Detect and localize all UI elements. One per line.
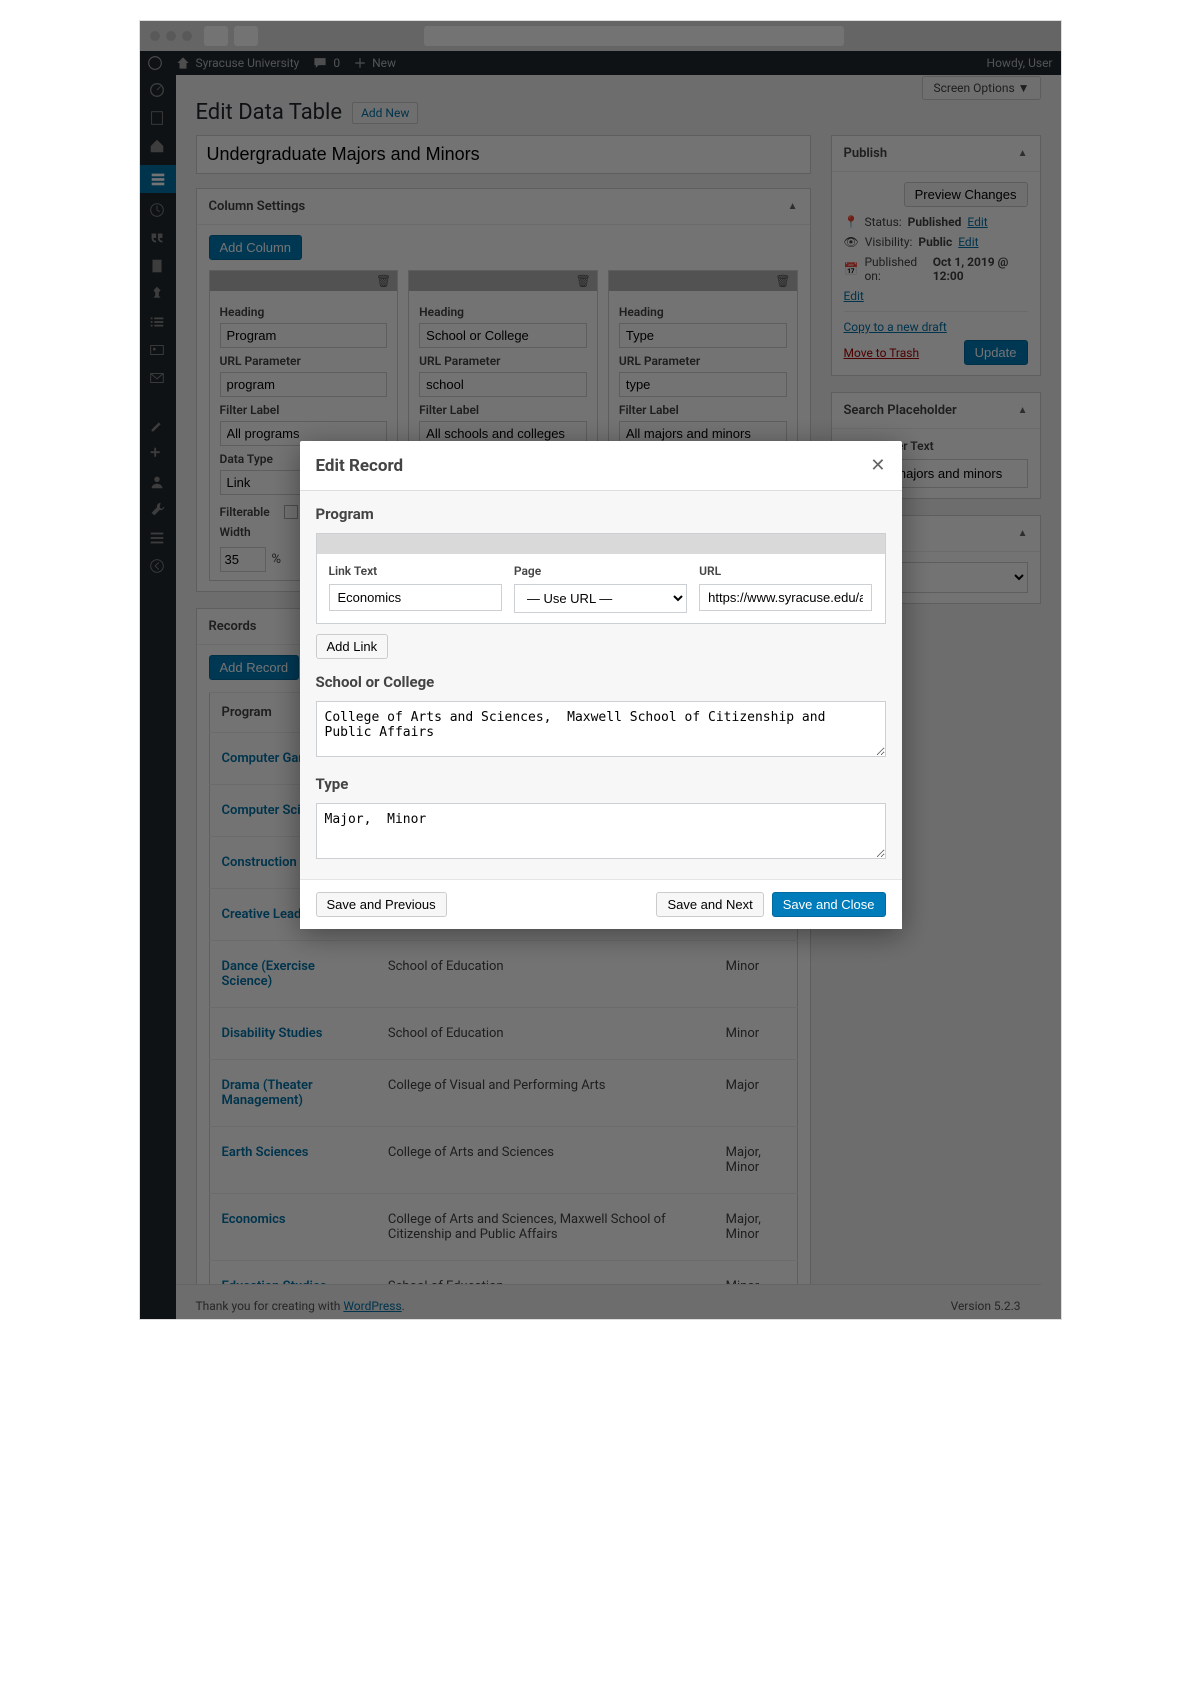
link-text-input[interactable]: [329, 584, 502, 611]
add-link-button[interactable]: Add Link: [316, 634, 389, 659]
field-label: Page: [514, 564, 687, 578]
school-textarea[interactable]: College of Arts and Sciences, Maxwell Sc…: [316, 701, 886, 757]
save-previous-button[interactable]: Save and Previous: [316, 892, 447, 917]
field-label: URL: [699, 564, 872, 578]
save-next-button[interactable]: Save and Next: [656, 892, 763, 917]
type-textarea[interactable]: Major, Minor: [316, 803, 886, 859]
url-input[interactable]: [699, 584, 872, 611]
close-icon[interactable]: ✕: [870, 455, 885, 476]
card-header: [317, 534, 885, 554]
modal-title: Edit Record: [316, 456, 404, 476]
edit-record-modal: Edit Record ✕ Program Link Text Page — U…: [300, 441, 902, 929]
field-label: Link Text: [329, 564, 502, 578]
section-heading: Type: [316, 775, 886, 793]
save-close-button[interactable]: Save and Close: [772, 892, 886, 917]
section-heading: Program: [316, 505, 886, 523]
section-heading: School or College: [316, 673, 886, 691]
page-select[interactable]: — Use URL —: [514, 584, 687, 613]
